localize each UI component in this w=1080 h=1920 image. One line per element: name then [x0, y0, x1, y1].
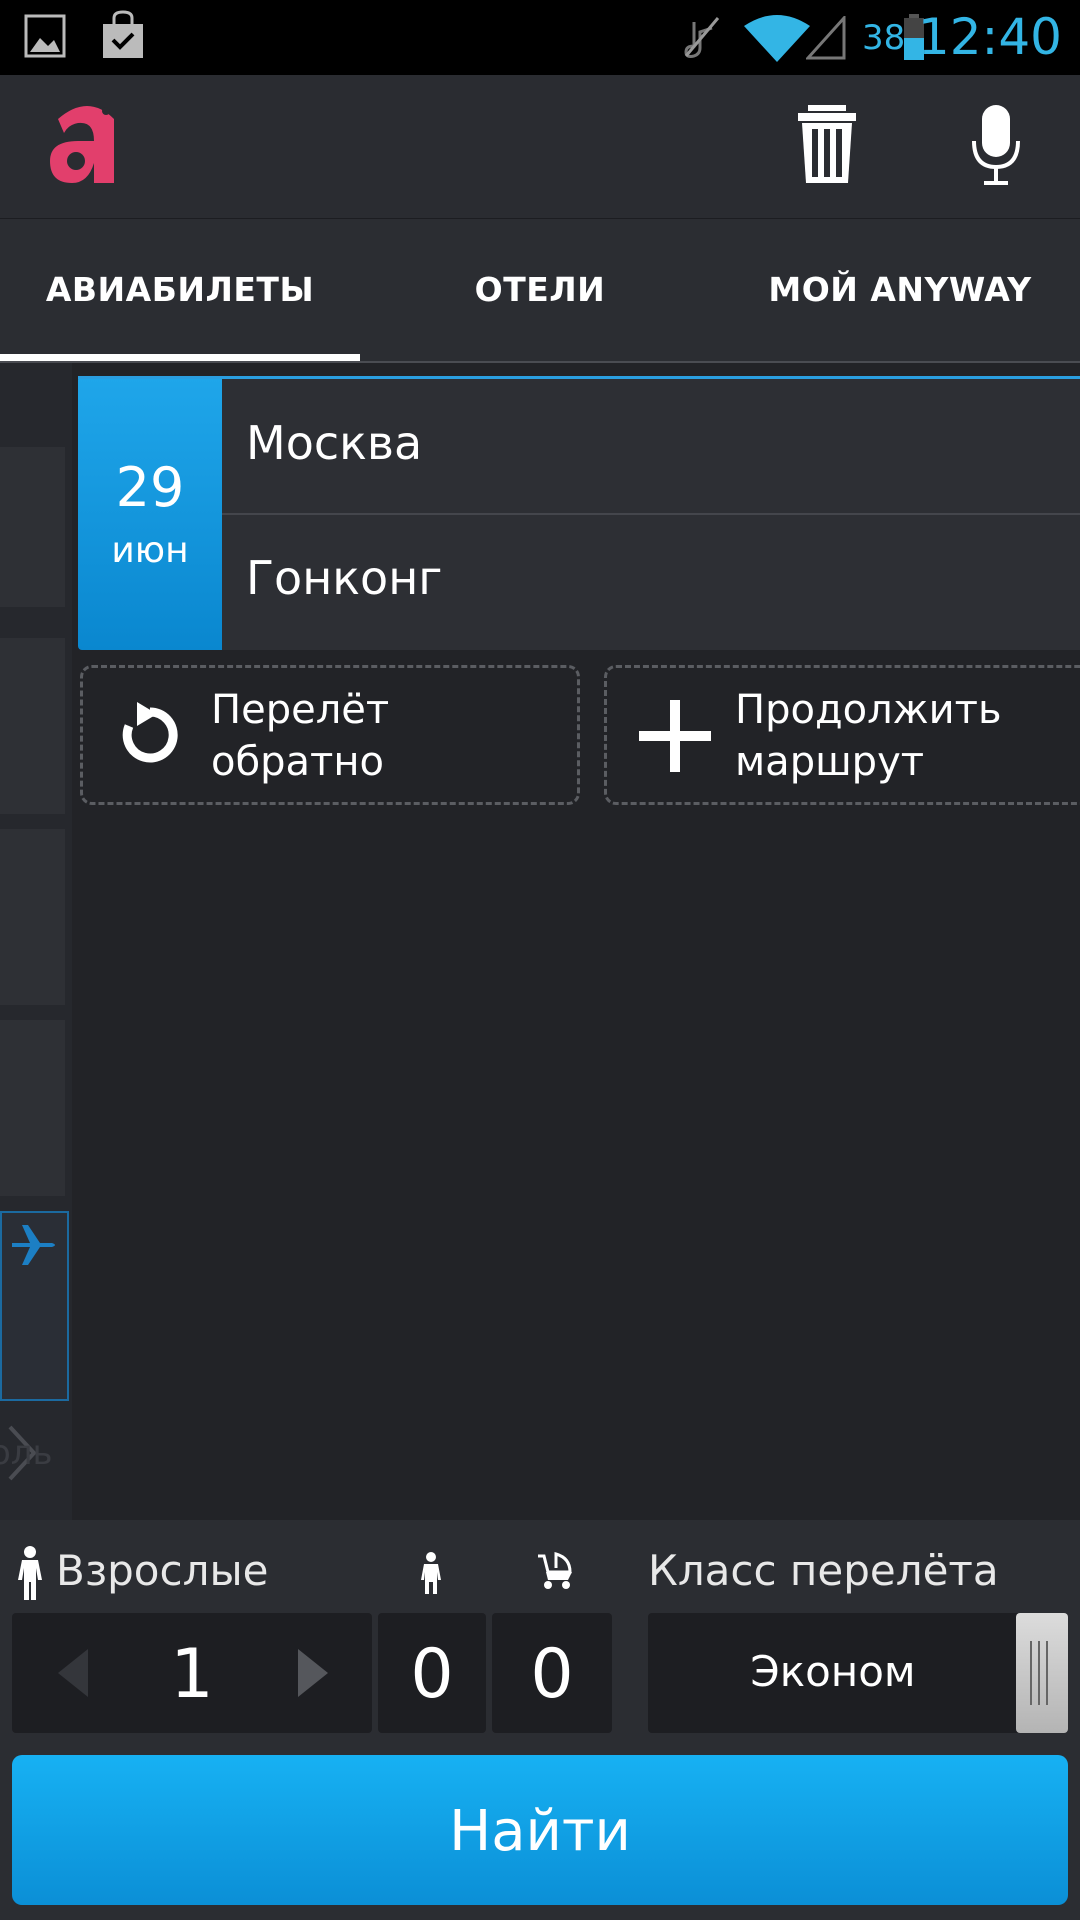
return-flight-label: Перелёт обратно — [211, 687, 390, 785]
clock: 12:40 — [917, 8, 1062, 66]
origin-field[interactable]: Москва — [222, 376, 1080, 512]
status-bar: 38 12:40 — [0, 0, 1080, 75]
children-count: 0 — [410, 1635, 454, 1714]
infants-counter[interactable]: 0 — [492, 1613, 612, 1733]
route-cities: Москва Гонконг — [222, 376, 1080, 650]
peek-card — [0, 1020, 65, 1196]
date-month: июн — [111, 530, 189, 571]
search-button-label: Найти — [449, 1799, 631, 1864]
date-day: 29 — [115, 456, 185, 519]
peek-card — [0, 638, 65, 814]
shopping-bag-notification-icon — [103, 10, 143, 58]
tab-my-anyway[interactable]: МОЙ ANYWAY — [720, 219, 1080, 361]
destination-city: Гонконг — [246, 551, 443, 605]
continue-route-label: Продолжить маршрут — [735, 687, 1002, 785]
children-counter[interactable]: 0 — [378, 1613, 486, 1733]
origin-city: Москва — [246, 416, 423, 470]
signal-icon — [806, 16, 846, 60]
tab-bar: АВИАБИЛЕТЫ ОТЕЛИ МОЙ ANYWAY — [0, 219, 1080, 363]
adults-count: 1 — [170, 1635, 214, 1714]
microphone-icon[interactable] — [970, 105, 1022, 187]
adults-label: Взрослые — [56, 1546, 269, 1595]
decrease-arrow-icon[interactable] — [58, 1649, 88, 1697]
infants-count: 0 — [530, 1635, 574, 1714]
tab-flights[interactable]: АВИАБИЛЕТЫ — [0, 219, 360, 361]
return-flight-button[interactable]: Перелёт обратно — [80, 665, 580, 805]
increase-arrow-icon[interactable] — [298, 1649, 328, 1697]
gallery-notification-icon — [24, 14, 66, 58]
trash-icon[interactable] — [798, 105, 856, 185]
previous-page-peek[interactable]: он оль — [0, 363, 72, 1520]
class-value: Эконом — [750, 1647, 916, 1696]
date-selector[interactable]: 29 июн — [78, 376, 222, 650]
class-label: Класс перелёта — [648, 1546, 999, 1595]
search-button[interactable]: Найти — [12, 1755, 1068, 1905]
tab-hotels[interactable]: ОТЕЛИ — [360, 219, 720, 361]
refresh-icon — [122, 702, 178, 763]
active-tab-indicator — [0, 354, 360, 361]
peek-card — [0, 829, 65, 1005]
anyway-logo[interactable] — [48, 99, 126, 189]
mute-icon — [684, 17, 720, 58]
child-icon — [421, 1552, 441, 1594]
class-selector[interactable]: Эконом — [648, 1613, 1068, 1733]
action-bar — [0, 75, 1080, 220]
peek-card — [0, 447, 65, 607]
peek-card-selected — [0, 1211, 69, 1401]
peek-text: оль — [0, 1433, 53, 1473]
adults-stepper: 1 — [12, 1613, 372, 1733]
plus-icon — [639, 700, 711, 772]
battery-level: 38 — [862, 18, 906, 58]
stroller-icon — [538, 1552, 572, 1589]
card-accent-line — [78, 376, 1080, 379]
destination-field[interactable]: Гонконг — [222, 515, 1080, 650]
adult-icon — [18, 1546, 42, 1600]
airplane-icon — [12, 1225, 55, 1265]
scroll-handle[interactable] — [1016, 1613, 1068, 1733]
wifi-icon — [744, 15, 810, 62]
continue-route-button[interactable]: Продолжить маршрут — [604, 665, 1080, 805]
